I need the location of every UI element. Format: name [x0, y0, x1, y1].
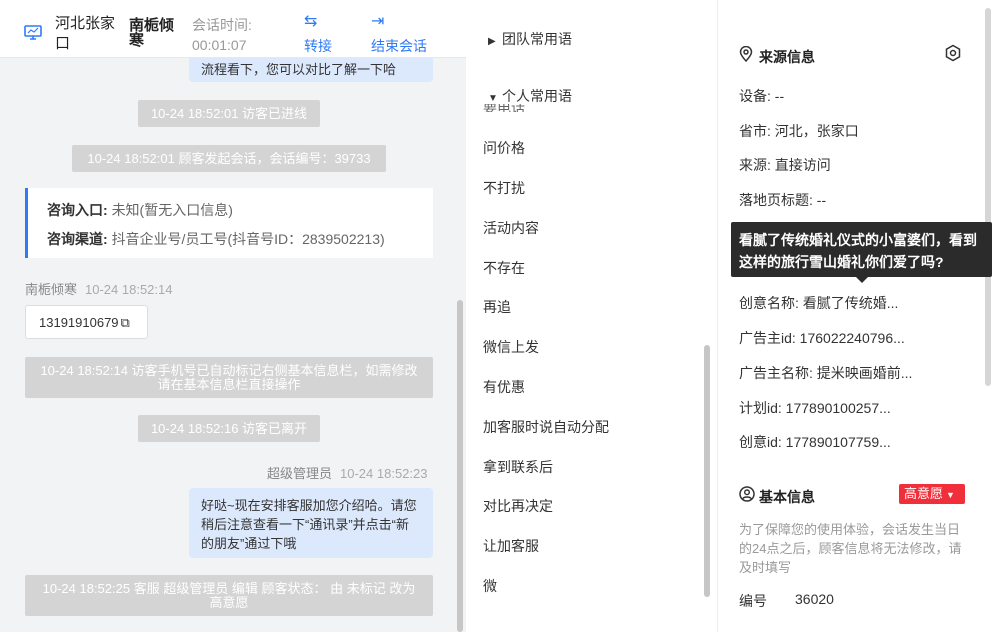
phrases-scrollbar[interactable] [704, 345, 710, 597]
system-message: 10-24 18:52:01 顾客发起会话，会话编号：39733 [72, 145, 386, 172]
caret-down-icon: ▼ [946, 490, 955, 500]
system-message: 10-24 18:52:16 访客已离开 [138, 415, 320, 442]
location-pin-icon [739, 45, 759, 65]
field-landing-title: 落地页标题: -- [739, 192, 827, 208]
inquiry-channel-key: 咨询渠道: [47, 231, 108, 247]
phrase-item[interactable]: 有优惠 [483, 377, 525, 397]
phrase-item[interactable]: 微信上发 [483, 337, 539, 357]
phone-message[interactable]: 13191910679 ⧉ [25, 305, 148, 339]
field-plan-id: 计划id: 177890100257... [739, 400, 891, 416]
agent-message: 流程看下，您可以对比了解一下哈 [189, 58, 433, 82]
team-phrases-group[interactable]: ▶ 团队常用语 [488, 29, 572, 49]
basic-info-label: 基本信息 [759, 489, 815, 505]
inquiry-entry-value: 未知(暂无入口信息) [111, 202, 233, 218]
phrase-item[interactable]: 再追 [483, 297, 511, 317]
inquiry-info-card: 咨询入口: 未知(暂无入口信息) 咨询渠道: 抖音企业号/员工号(抖音号ID：2… [25, 188, 433, 258]
phrase-item[interactable]: 微 [483, 576, 497, 596]
field-number-label: 编号 [739, 593, 767, 609]
copy-icon[interactable]: ⧉ [121, 315, 130, 330]
intent-status-label: 高意愿 [904, 486, 944, 501]
phrase-item[interactable]: 不打扰 [483, 178, 525, 198]
source-info-label: 来源信息 [759, 49, 815, 65]
phrase-item[interactable]: 拿到联系后 [483, 457, 553, 477]
chat-scrollbar[interactable] [457, 300, 463, 632]
system-message: 10-24 18:52:01 访客已进线 [138, 100, 320, 127]
team-phrases-label: 团队常用语 [502, 31, 572, 47]
phone-number: 13191910679 [39, 315, 119, 330]
edit-deadline-note: 为了保障您的使用体验，会话发生当日的24点之后，顾客信息将无法修改，请及时填写 [739, 522, 962, 575]
exit-icon: ⇥ [371, 13, 385, 30]
phrase-item[interactable]: 加客服时说自动分配 [483, 417, 609, 437]
user-circle-icon [739, 486, 759, 505]
field-device: 设备: -- [739, 88, 785, 104]
inquiry-entry-row: 咨询入口: 未知(暂无入口信息) [47, 200, 233, 220]
system-message: 10-24 18:52:25 客服 超级管理员 编辑 顾客状态： 由 未标记 改… [25, 575, 433, 616]
phrase-item[interactable]: 让加客服 [483, 536, 539, 556]
chat-header: 河北张家口 南栀倾寒 会话时间: 00:01:07 ⇆ 转接 ⇥ 结束会话 [0, 0, 466, 58]
visitor-message-time: 10-24 18:52:14 [85, 282, 173, 297]
visitor-location: 河北张家口 [55, 15, 116, 52]
customer-info-panel: 来源信息 设备: -- 省市: 河北，张家口 来源: 直接访问 落地页标题: -… [718, 0, 992, 632]
visitor-sender-line: 南栀倾寒 10-24 18:52:14 [25, 279, 172, 298]
caret-down-icon: ▼ [488, 93, 498, 104]
field-creative-name[interactable]: 创意名称: 看腻了传统婚... [739, 293, 898, 313]
phrase-item[interactable]: 不存在 [483, 258, 525, 278]
caret-right-icon: ▶ [488, 36, 496, 47]
system-message: 10-24 18:52:14 访客手机号已自动标记右侧基本信息栏，如需修改请在基… [25, 357, 433, 398]
field-province: 省市: 河北，张家口 [739, 123, 859, 139]
inquiry-entry-key: 咨询入口: [47, 202, 108, 218]
end-session-button[interactable]: ⇥ 结束会话 [371, 12, 427, 56]
field-number-value: 36020 [795, 591, 834, 607]
phrases-panel: ▶ 团队常用语 ▼ 个人常用语 要电话 问价格 不打扰 活动内容 不存在 再追 微信… [466, 0, 717, 632]
admin-sender-line: 超级管理员 10-24 18:52:23 [267, 463, 427, 482]
admin-message-time: 10-24 18:52:23 [340, 466, 428, 481]
session-time-label: 会话时间: [192, 17, 252, 33]
phrase-item[interactable]: 问价格 [483, 138, 525, 158]
agent-message: 好哒~现在安排客服加您介绍哈。请您稍后注意查看一下“通讯录”并点击“新的朋友”通… [189, 488, 433, 558]
session-time-value: 00:01:07 [192, 37, 247, 53]
transfer-button[interactable]: ⇆ 转接 [304, 12, 332, 56]
intent-status-dropdown[interactable]: 高意愿 ▼ [899, 484, 965, 504]
inquiry-channel-row: 咨询渠道: 抖音企业号/员工号(抖音号ID：2839502213) [47, 229, 385, 249]
personal-phrases-label: 个人常用语 [502, 88, 572, 104]
monitor-icon [24, 25, 42, 40]
visitor-sender-name: 南栀倾寒 [25, 282, 78, 297]
chat-panel: 河北张家口 南栀倾寒 会话时间: 00:01:07 ⇆ 转接 ⇥ 结束会话 流程… [0, 0, 466, 632]
transfer-label: 转接 [304, 38, 332, 54]
field-origin: 来源: 直接访问 [739, 157, 831, 173]
settings-icon[interactable] [944, 44, 962, 67]
basic-info-title: 基本信息 [739, 486, 815, 507]
field-advertiser-name: 广告主名称: 提米映画婚前... [739, 365, 913, 381]
field-advertiser-id: 广告主id: 176022240796... [739, 330, 905, 346]
tooltip-arrow [856, 277, 868, 283]
admin-sender-name: 超级管理员 [267, 466, 333, 481]
personal-phrases-group[interactable]: ▼ 个人常用语 [488, 86, 572, 106]
inquiry-channel-value: 抖音企业号/员工号(抖音号ID：2839502213) [111, 231, 385, 247]
phrase-item-partial[interactable]: 要电话 [483, 104, 525, 112]
source-info-title: 来源信息 [739, 45, 815, 67]
creative-name-tooltip: 看腻了传统婚礼仪式的小富婆们，看到这样的旅行雪山婚礼你们爱了吗? [731, 222, 992, 277]
info-scrollbar[interactable] [985, 8, 991, 386]
transfer-icon: ⇆ [304, 13, 318, 30]
field-creative-id: 创意id: 177890107759... [739, 434, 891, 450]
phrase-item[interactable]: 对比再决定 [483, 496, 553, 516]
end-session-label: 结束会话 [371, 38, 427, 54]
phrase-item[interactable]: 活动内容 [483, 218, 539, 238]
visitor-name: 南栀倾寒 [129, 17, 175, 49]
message-list[interactable]: 流程看下，您可以对比了解一下哈 10-24 18:52:01 访客已进线 10-… [0, 58, 466, 632]
